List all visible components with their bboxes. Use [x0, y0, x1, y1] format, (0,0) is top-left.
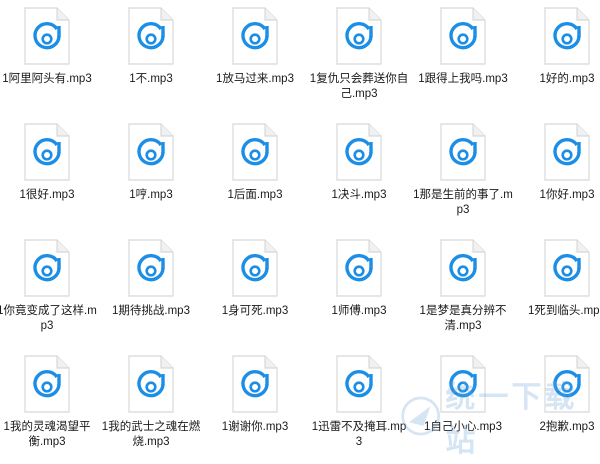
file-item[interactable]: 1我的灵魂渴望平衡.mp3 [0, 348, 97, 464]
file-item[interactable]: 1不.mp3 [101, 0, 201, 116]
groove-music-file-icon [541, 122, 593, 182]
file-name: 1决斗.mp3 [331, 189, 387, 201]
file-name: 1死到临头.mp3 [528, 305, 600, 317]
groove-music-file-icon [125, 6, 177, 66]
file-item[interactable]: 1复仇只会葬送你自己.mp3 [309, 0, 409, 116]
groove-music-file-icon [333, 354, 385, 414]
groove-music-file-icon [333, 122, 385, 182]
file-name: 1我的灵魂渴望平衡.mp3 [3, 421, 91, 448]
file-item[interactable]: 1哼.mp3 [101, 116, 201, 232]
file-name: 1自己小心.mp3 [424, 421, 502, 433]
file-name: 1很好.mp3 [19, 189, 75, 201]
file-item[interactable]: 1自己小心.mp3 [413, 348, 513, 464]
file-item[interactable]: 1放马过来.mp3 [205, 0, 305, 116]
groove-music-file-icon [541, 238, 593, 298]
file-name: 1谢谢你.mp3 [221, 421, 289, 433]
groove-music-file-icon [437, 354, 489, 414]
groove-music-file-icon [437, 6, 489, 66]
file-name: 1好的.mp3 [539, 73, 595, 85]
file-item[interactable]: 1迅雷不及掩耳.mp3 [309, 348, 409, 464]
file-name: 1后面.mp3 [227, 189, 283, 201]
groove-music-file-icon [229, 6, 281, 66]
file-item[interactable]: 1你竟变成了这样.mp3 [0, 232, 97, 348]
file-item[interactable]: 1好的.mp3 [517, 0, 600, 116]
groove-music-file-icon [125, 238, 177, 298]
file-item[interactable]: 1身可死.mp3 [205, 232, 305, 348]
file-name: 1你竟变成了这样.mp3 [0, 305, 97, 332]
file-item[interactable]: 1期待挑战.mp3 [101, 232, 201, 348]
file-item[interactable]: 1谢谢你.mp3 [205, 348, 305, 464]
file-name: 1期待挑战.mp3 [112, 305, 190, 317]
file-grid: 1阿里阿头有.mp3 1不.mp3 1放马过来.mp3 1复仇只会葬送你自己.mp3 1… [0, 0, 600, 461]
file-name: 1迅雷不及掩耳.mp3 [311, 421, 407, 448]
file-name: 2抱歉.mp3 [539, 421, 595, 433]
file-name: 1阿里阿头有.mp3 [2, 73, 92, 85]
file-item[interactable]: 1后面.mp3 [205, 116, 305, 232]
file-name: 1身可死.mp3 [221, 305, 289, 317]
file-item[interactable]: 1那是生前的事了.mp3 [413, 116, 513, 232]
groove-music-file-icon [21, 6, 73, 66]
groove-music-file-icon [21, 122, 73, 182]
groove-music-file-icon [21, 238, 73, 298]
groove-music-file-icon [437, 238, 489, 298]
file-item[interactable]: 1是梦是真分辨不清.mp3 [413, 232, 513, 348]
groove-music-file-icon [229, 122, 281, 182]
groove-music-file-icon [125, 354, 177, 414]
file-item[interactable]: 1死到临头.mp3 [517, 232, 600, 348]
groove-music-file-icon [229, 238, 281, 298]
groove-music-file-icon [541, 6, 593, 66]
file-name: 1复仇只会葬送你自己.mp3 [309, 73, 409, 100]
file-item[interactable]: 2抱歉.mp3 [517, 348, 600, 464]
file-name: 1是梦是真分辨不清.mp3 [419, 305, 507, 332]
groove-music-file-icon [333, 238, 385, 298]
file-name: 1放马过来.mp3 [216, 73, 294, 85]
file-name: 1我的武士之魂在燃烧.mp3 [101, 421, 201, 448]
groove-music-file-icon [21, 354, 73, 414]
file-item[interactable]: 1你好.mp3 [517, 116, 600, 232]
file-name: 1那是生前的事了.mp3 [413, 189, 513, 216]
groove-music-file-icon [333, 6, 385, 66]
file-name: 1你好.mp3 [539, 189, 595, 201]
file-item[interactable]: 1跟得上我吗.mp3 [413, 0, 513, 116]
file-name: 1不.mp3 [129, 73, 173, 85]
file-item[interactable]: 1我的武士之魂在燃烧.mp3 [101, 348, 201, 464]
file-name: 1哼.mp3 [129, 189, 173, 201]
groove-music-file-icon [125, 122, 177, 182]
groove-music-file-icon [541, 354, 593, 414]
file-item[interactable]: 1决斗.mp3 [309, 116, 409, 232]
file-name: 1师傅.mp3 [331, 305, 387, 317]
groove-music-file-icon [437, 122, 489, 182]
file-item[interactable]: 1很好.mp3 [0, 116, 97, 232]
file-item[interactable]: 1师傅.mp3 [309, 232, 409, 348]
file-name: 1跟得上我吗.mp3 [418, 73, 508, 85]
groove-music-file-icon [229, 354, 281, 414]
file-item[interactable]: 1阿里阿头有.mp3 [0, 0, 97, 116]
